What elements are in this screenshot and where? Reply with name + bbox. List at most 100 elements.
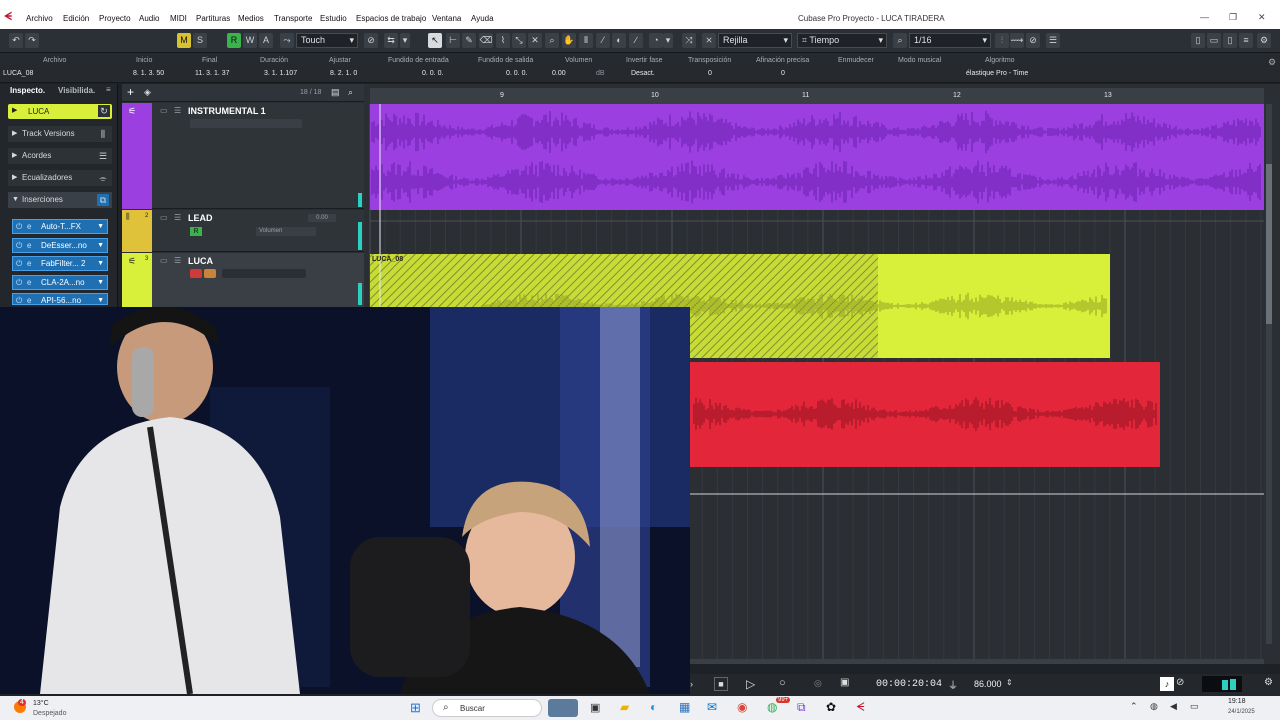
menu-medios[interactable]: Medios bbox=[238, 14, 264, 23]
record-button[interactable]: ○ bbox=[779, 677, 786, 689]
erase-tool-icon[interactable]: ⌇ bbox=[496, 33, 510, 48]
vertical-scroll-thumb[interactable] bbox=[1266, 164, 1272, 324]
add-track-icon[interactable]: + bbox=[127, 86, 139, 98]
autoscroll-icon[interactable]: ⇆ bbox=[384, 33, 398, 48]
track-row-luca[interactable]: ⚟ 3 ▭ ☰ LUCA bbox=[122, 253, 364, 307]
file-explorer-icon[interactable]: ▰ bbox=[620, 700, 629, 714]
info-volume-value[interactable]: 0.00 bbox=[552, 70, 566, 77]
track-mute-icon[interactable]: ▭ bbox=[160, 213, 168, 222]
info-phase-value[interactable]: Desact. bbox=[631, 70, 655, 77]
snap-icon[interactable]: ⨯ bbox=[702, 33, 716, 48]
insert-slot-1[interactable]: ⏻ e Auto-T...FX ▼ bbox=[12, 219, 108, 234]
menu-edicion[interactable]: Edición bbox=[63, 14, 89, 23]
app-icon[interactable]: ⧉ bbox=[797, 700, 806, 715]
quantize-icon[interactable]: ⌕ bbox=[893, 33, 907, 48]
info-algorithm-value[interactable]: élastique Pro - Time bbox=[966, 70, 1028, 77]
menu-ayuda[interactable]: Ayuda bbox=[471, 14, 494, 23]
menu-lines-icon[interactable]: ☰ bbox=[1046, 33, 1060, 48]
edge-icon[interactable]: ◐ bbox=[650, 700, 657, 714]
section-equalizers[interactable]: ▶ Ecualizadores ⌯ bbox=[8, 170, 112, 186]
track-lock-icon[interactable]: ☰ bbox=[174, 106, 181, 115]
hand-tool-icon[interactable]: ✋ bbox=[562, 33, 576, 48]
glue-tool-icon[interactable]: ⌫ bbox=[479, 33, 493, 48]
menu-ventana[interactable]: Ventana bbox=[432, 14, 461, 23]
edit-channel-icon[interactable]: ↻ bbox=[98, 105, 110, 117]
transport-settings-icon[interactable]: ⚙ bbox=[1264, 677, 1273, 688]
app-icon-2[interactable]: ✿ bbox=[826, 700, 836, 714]
read-automation-button[interactable]: R bbox=[227, 33, 241, 48]
right-zone-icon[interactable]: ▯ bbox=[1223, 33, 1237, 48]
chrome-icon[interactable]: ◉ bbox=[737, 700, 747, 714]
search-box[interactable]: ⌕ Buscar bbox=[432, 699, 542, 717]
automation-button[interactable]: A bbox=[259, 33, 273, 48]
section-track-versions[interactable]: ▶ Track Versions ⫼ bbox=[8, 126, 112, 142]
start-icon[interactable]: ⊞ bbox=[410, 700, 421, 716]
info-transpose-value[interactable]: 0 bbox=[708, 70, 712, 77]
read-button[interactable]: R bbox=[190, 227, 202, 236]
play-button[interactable]: ▷ bbox=[746, 677, 755, 691]
track-visibility-icon[interactable]: ▤ bbox=[331, 87, 340, 98]
track-row-instrumental[interactable]: ⚟ ▭ ☰ INSTRUMENTAL 1 bbox=[122, 103, 364, 209]
track-lock-icon[interactable]: ☰ bbox=[174, 256, 181, 265]
info-line-icon[interactable]: ≡ bbox=[1239, 33, 1253, 48]
menu-partituras[interactable]: Partituras bbox=[196, 14, 230, 23]
range-tool-icon[interactable]: ⊢ bbox=[446, 33, 460, 48]
track-row-lead[interactable]: ⫼ 2 ▭ ☰ LEAD 0.00 R Volumen bbox=[122, 210, 364, 252]
zoom-tool-icon[interactable]: ⤡ bbox=[512, 33, 526, 48]
battery-icon[interactable]: ▭ bbox=[1190, 701, 1199, 712]
tab-visibility[interactable]: Visibilida. bbox=[58, 86, 95, 95]
record-enable-button[interactable] bbox=[190, 269, 202, 278]
mute-tool-icon[interactable]: ✕ bbox=[528, 33, 542, 48]
color-menu-icon[interactable]: ▾ bbox=[663, 33, 673, 48]
object-selection-tool-icon[interactable]: ↖ bbox=[428, 33, 442, 48]
undo-icon[interactable]: ↶ bbox=[9, 33, 23, 48]
autoscroll-menu-icon[interactable]: ▾ bbox=[400, 33, 410, 48]
nudge-icon[interactable]: ⤨ bbox=[682, 33, 696, 48]
monitor-button[interactable] bbox=[204, 269, 216, 278]
sync-icon[interactable]: ⊘ bbox=[1176, 677, 1184, 688]
tab-inspector[interactable]: Inspecto. bbox=[10, 86, 45, 95]
menu-audio[interactable]: Audio bbox=[139, 14, 159, 23]
draw-tool-icon[interactable]: ⁄ bbox=[596, 33, 610, 48]
section-inserts[interactable]: ▼ Inserciones ⧉ bbox=[8, 192, 112, 208]
play-tool-icon[interactable]: ◐ bbox=[612, 33, 626, 48]
time-display[interactable]: 00:00:20:04 bbox=[876, 679, 942, 690]
info-start-value[interactable]: 8. 1. 3. 50 bbox=[133, 70, 164, 77]
solo-button[interactable]: S bbox=[193, 33, 207, 48]
ruler[interactable]: 9 10 11 12 13 bbox=[370, 88, 1264, 104]
quantize-dropdown[interactable]: 1/16 ▾ bbox=[909, 33, 991, 48]
search-icon[interactable]: ⌕ bbox=[348, 87, 353, 98]
metronome-button[interactable]: ♪ bbox=[1160, 677, 1174, 691]
mute-button[interactable]: M bbox=[177, 33, 191, 48]
insert-slot-2[interactable]: ⏻ e DeEsser...no ▼ bbox=[12, 238, 108, 253]
menu-estudio[interactable]: Estudio bbox=[320, 14, 347, 23]
cycle-icon[interactable]: › bbox=[690, 679, 693, 689]
time-format-dropdown[interactable]: ⌗ Tiempo ▾ bbox=[797, 33, 887, 48]
inspector-track-name[interactable]: ▶ LUCA ↻ bbox=[8, 104, 112, 119]
minimize-icon[interactable]: — bbox=[1200, 12, 1209, 22]
color-picker-icon[interactable]: ◔ bbox=[649, 33, 663, 48]
info-end-value[interactable]: 11. 3. 1. 37 bbox=[195, 70, 230, 77]
track-presets-icon[interactable]: ◈ bbox=[144, 87, 151, 98]
automation-param[interactable]: Volumen bbox=[256, 227, 316, 236]
magnifier-icon[interactable]: ⌕ bbox=[545, 33, 559, 48]
menu-transporte[interactable]: Transporte bbox=[274, 14, 312, 23]
write-automation-button[interactable]: W bbox=[243, 33, 257, 48]
date[interactable]: 24/1/2025 bbox=[1228, 709, 1255, 715]
track-name[interactable]: INSTRUMENTAL 1 bbox=[188, 106, 266, 116]
tempo-value[interactable]: 86.000 bbox=[974, 679, 1002, 689]
swing-icon[interactable]: ⫶ bbox=[995, 33, 1009, 48]
insert-slot-3[interactable]: ⏻ e FabFilter... 2 ▼ bbox=[12, 256, 108, 271]
store-icon[interactable]: ▦ bbox=[679, 700, 690, 714]
mail-icon[interactable]: ✉ bbox=[707, 700, 717, 714]
close-icon[interactable]: ✕ bbox=[1258, 12, 1266, 23]
chevron-up-icon[interactable]: ⌃ bbox=[1130, 701, 1138, 712]
constrain-icon[interactable]: ⊘ bbox=[364, 33, 378, 48]
tempo-stepper-icon[interactable]: ⇕ bbox=[1006, 678, 1013, 687]
quantize-apply-icon[interactable]: ⟿ bbox=[1010, 33, 1024, 48]
info-settings-icon[interactable]: ⚙ bbox=[1268, 57, 1276, 68]
split-tool-icon[interactable]: ✎ bbox=[462, 33, 476, 48]
line-tool-icon[interactable]: ∕ bbox=[629, 33, 643, 48]
info-finetune-value[interactable]: 0 bbox=[781, 70, 785, 77]
track-mute-icon[interactable]: ▭ bbox=[160, 106, 168, 115]
